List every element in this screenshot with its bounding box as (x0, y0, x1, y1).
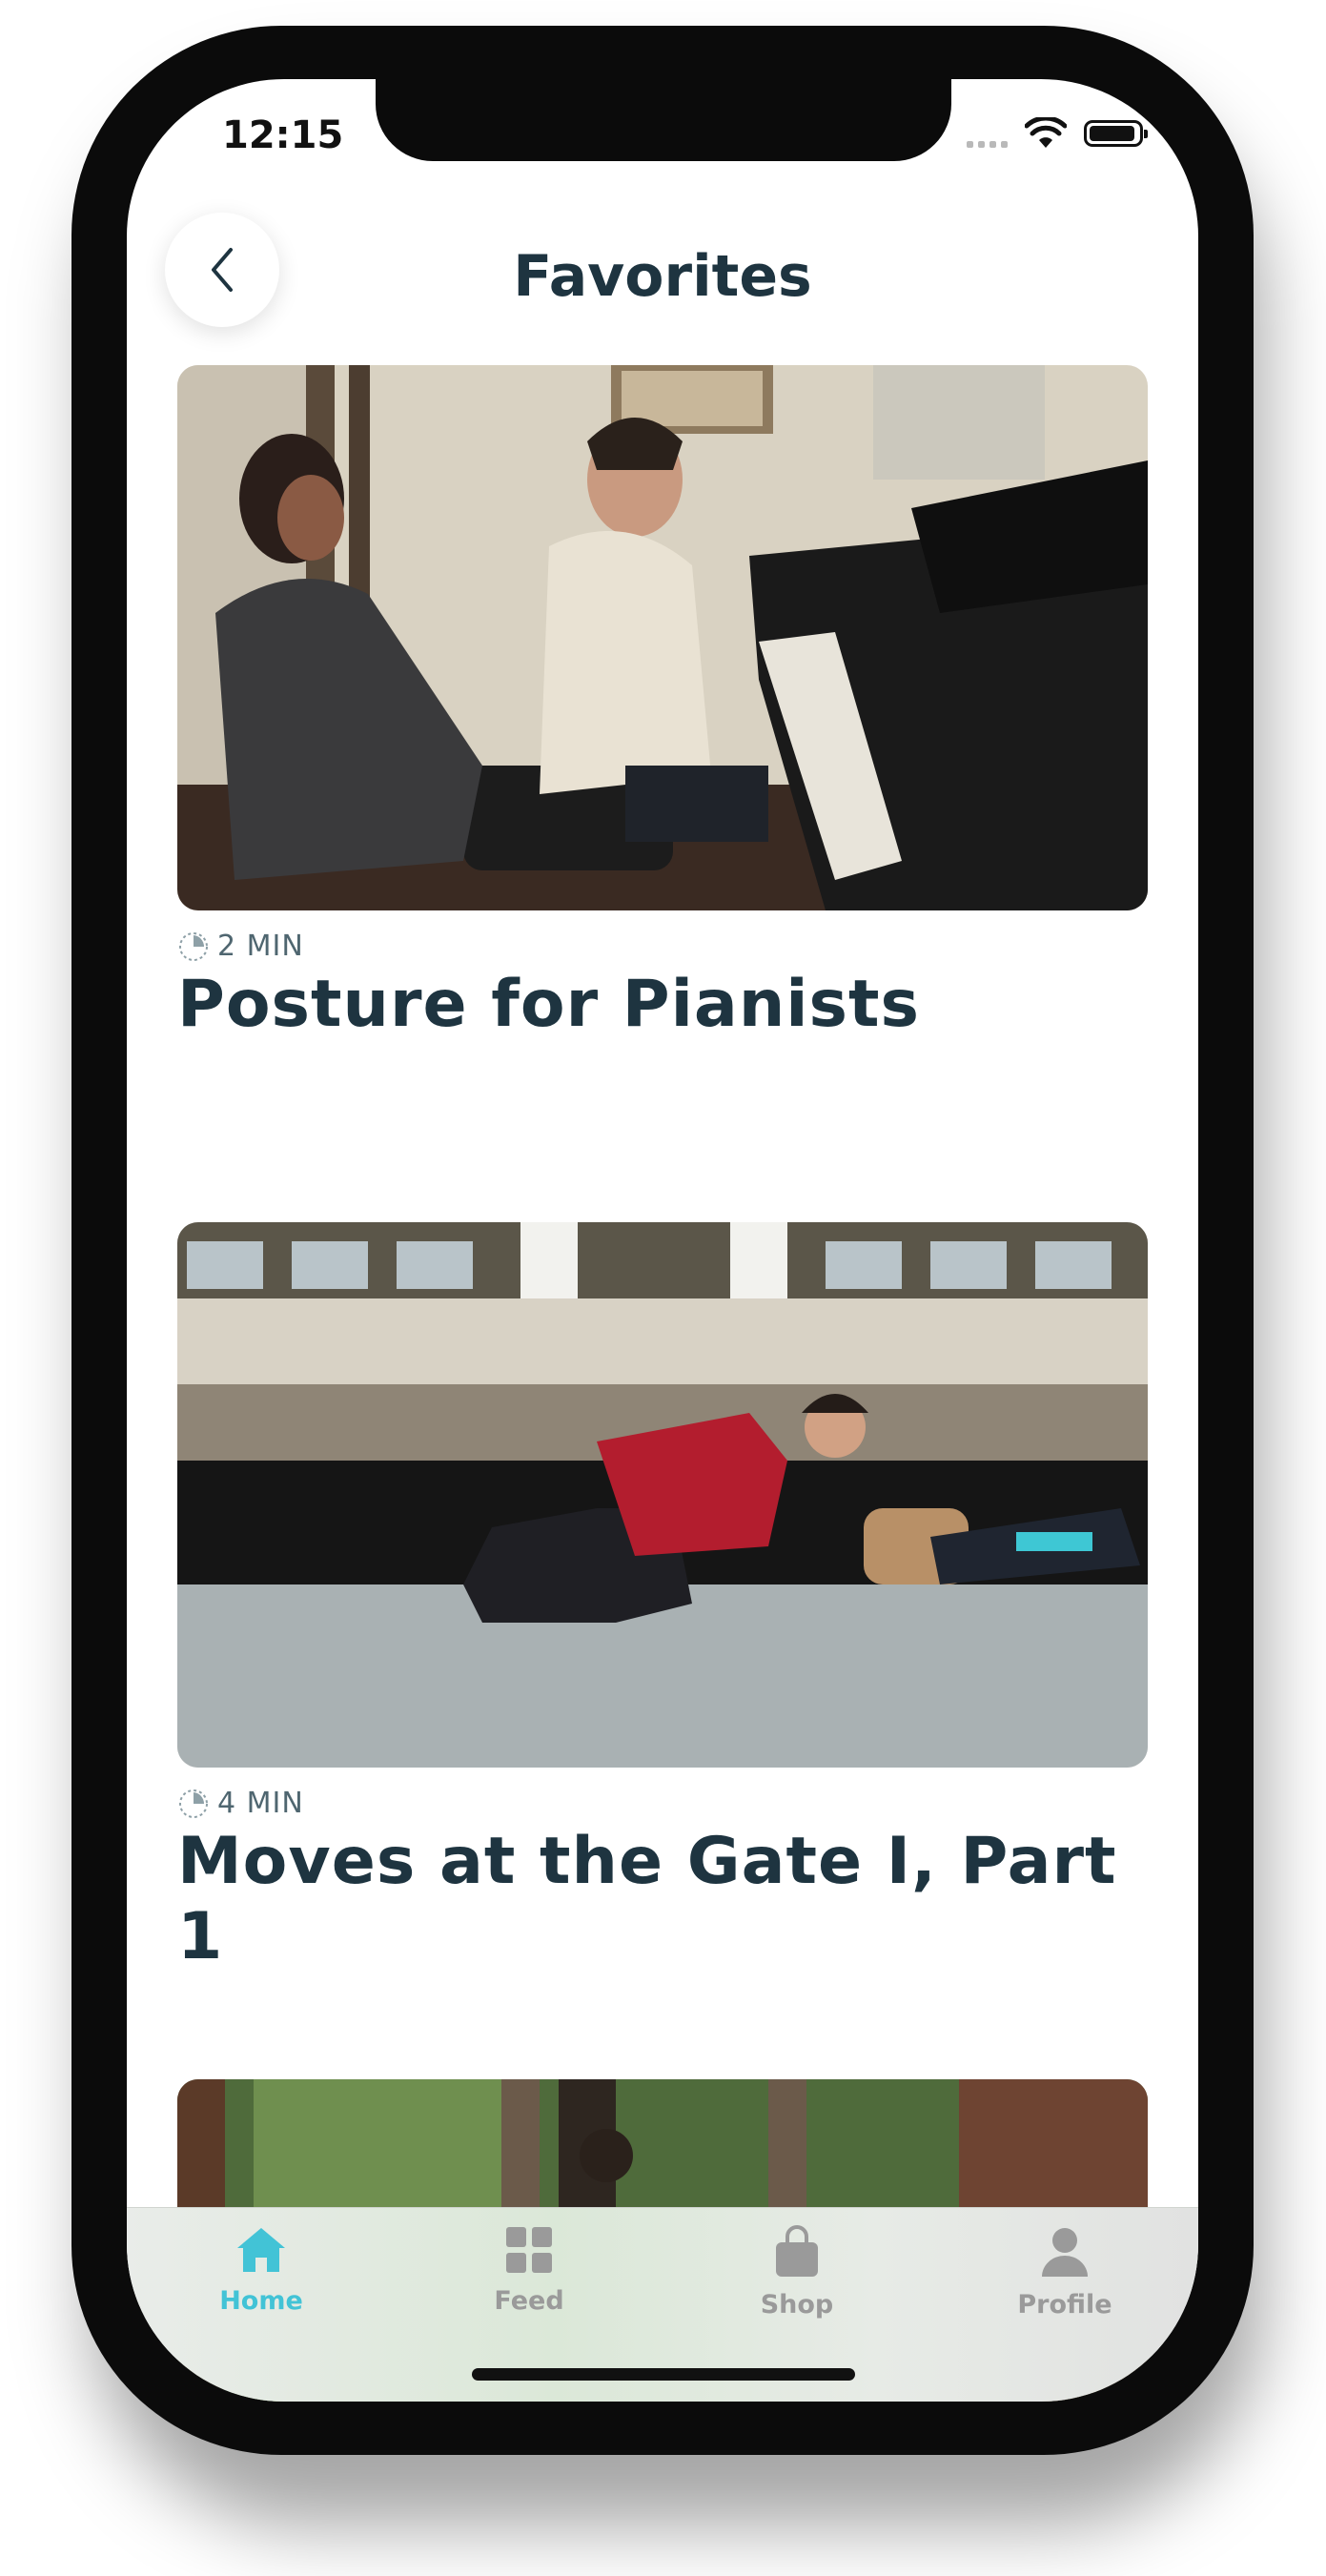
duration-row: 2 MIN (177, 930, 1148, 963)
video-thumbnail[interactable] (177, 365, 1148, 910)
grid-icon (506, 2227, 552, 2273)
duration-label: 2 MIN (217, 930, 304, 963)
tab-bar: Home Feed Shop Profile (127, 2207, 1198, 2402)
duration-label: 4 MIN (217, 1787, 304, 1820)
home-indicator (472, 2368, 855, 2381)
tab-home[interactable]: Home (166, 2225, 357, 2316)
video-card[interactable]: 2 MIN Posture for Pianists (177, 365, 1148, 1042)
tab-label: Feed (494, 2286, 564, 2316)
video-thumbnail[interactable] (177, 1222, 1148, 1768)
cellular-signal-icon (967, 119, 1008, 148)
timer-icon (179, 931, 208, 961)
person-icon (1042, 2228, 1088, 2277)
battery-icon (1084, 120, 1148, 147)
status-icons (967, 117, 1148, 150)
card-title[interactable]: Moves at the Gate I, Part 1 (177, 1824, 1148, 1974)
tab-label: Profile (1017, 2290, 1112, 2320)
card-title[interactable]: Posture for Pianists (177, 967, 1148, 1042)
tab-label: Shop (760, 2290, 834, 2320)
home-icon (237, 2228, 285, 2272)
wifi-icon (1025, 117, 1067, 148)
status-time: 12:15 (222, 113, 344, 157)
tab-shop[interactable]: Shop (702, 2225, 892, 2320)
page-title: Favorites (513, 243, 812, 310)
timer-icon (179, 1789, 208, 1818)
tab-feed[interactable]: Feed (434, 2225, 624, 2316)
tab-label: Home (219, 2286, 303, 2316)
video-card[interactable]: 4 MIN Moves at the Gate I, Part 1 (177, 1222, 1148, 1974)
app-screen: 12:15 Favorites 2 MIN Posture for Pianis… (127, 79, 1198, 2402)
duration-row: 4 MIN (177, 1787, 1148, 1820)
bag-icon (776, 2225, 818, 2277)
tab-profile[interactable]: Profile (969, 2225, 1160, 2320)
notch (376, 79, 951, 161)
